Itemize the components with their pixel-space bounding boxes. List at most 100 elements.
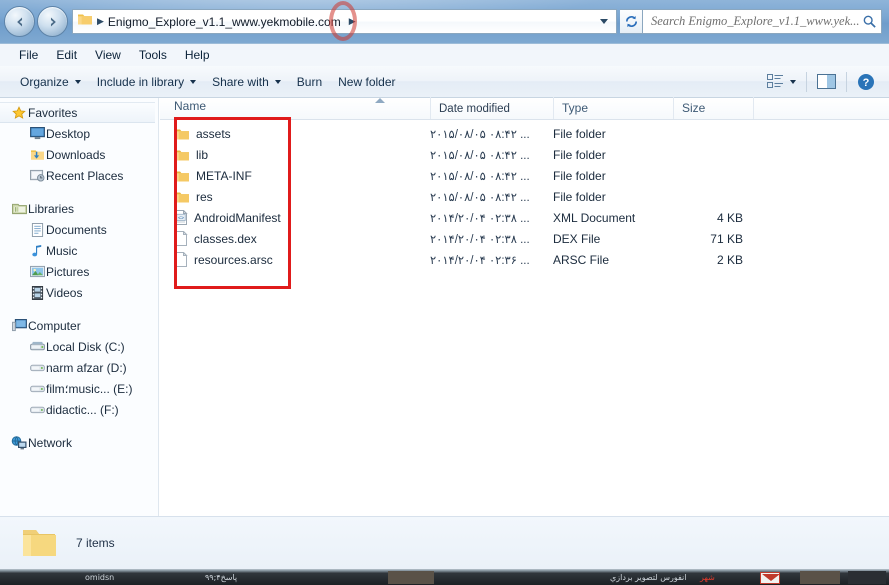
menu-item-file[interactable]: File xyxy=(10,46,47,64)
include-in-library-label: Include in library xyxy=(96,74,185,89)
preview-pane-icon[interactable] xyxy=(817,73,836,90)
sidebar-item-documents[interactable]: Documents xyxy=(0,219,158,240)
sidebar-item-libraries[interactable]: Libraries xyxy=(0,198,158,219)
sidebar-item-computer[interactable]: Computer xyxy=(0,315,158,336)
file-date-cell: ۲۰۱۵/۰۸/۰۵ ۰۸:۴۲ ... xyxy=(430,191,530,204)
file-name-cell[interactable]: classes.dex xyxy=(160,231,430,246)
menu-item-help[interactable]: Help xyxy=(176,46,219,64)
breadcrumb-next-icon[interactable]: ▶ xyxy=(349,16,356,27)
drive-icon xyxy=(28,404,46,415)
taskbar-item-label[interactable]: شهر xyxy=(700,573,715,582)
search-input[interactable]: Search Enigmo_Explore_v1.1_www.yek... xyxy=(651,14,862,29)
forward-button[interactable] xyxy=(37,6,68,37)
mail-icon[interactable] xyxy=(760,572,780,584)
burn-button[interactable]: Burn xyxy=(289,71,330,93)
sidebar-item-music[interactable]: Music xyxy=(0,240,158,261)
table-row[interactable]: META-INF ۲۰۱۵/۰۸/۰۵ ۰۸:۴۲ ... File folde… xyxy=(160,165,889,186)
sidebar-item-didactic-f[interactable]: didactic... (F:) xyxy=(0,399,158,420)
sidebar-item-recent-places[interactable]: Recent Places xyxy=(0,165,158,186)
sidebar-item-downloads[interactable]: Downloads xyxy=(0,144,158,165)
column-header-size[interactable]: Size xyxy=(673,97,753,119)
file-date-cell: ۲۰۱۵/۰۸/۰۵ ۰۸:۴۲ ... xyxy=(430,128,530,141)
chevron-down-icon[interactable] xyxy=(600,19,608,24)
new-folder-button[interactable]: New folder xyxy=(330,71,403,93)
table-row[interactable]: <> AndroidManifest ۲۰۱۴/۲۰/۰۴ ۰۲:۳۸ ... … xyxy=(160,207,889,228)
downloads-folder-icon xyxy=(28,148,46,161)
table-row[interactable]: classes.dex ۲۰۱۴/۲۰/۰۴ ۰۲:۳۸ ... DEX Fil… xyxy=(160,228,889,249)
sidebar-item-narm-afzar-d[interactable]: narm afzar (D:) xyxy=(0,357,158,378)
address-bar[interactable]: ▶ Enigmo_Explore_v1.1_www.yekmobile.com … xyxy=(72,9,617,34)
pictures-icon xyxy=(28,265,46,278)
taskbar-thumbnail[interactable] xyxy=(388,571,434,584)
back-button[interactable] xyxy=(4,6,35,37)
sidebar-item-label: Documents xyxy=(46,222,107,237)
file-rows: assets ۲۰۱۵/۰۸/۰۵ ۰۸:۴۲ ... File folder … xyxy=(160,120,889,270)
column-header-type[interactable]: Type xyxy=(553,97,673,119)
sidebar-item-local-disk-c[interactable]: Local Disk (C:) xyxy=(0,336,158,357)
recent-places-icon xyxy=(28,169,46,182)
column-header-extra[interactable] xyxy=(753,97,833,119)
file-name-cell[interactable]: META-INF xyxy=(160,169,430,183)
menu-item-edit[interactable]: Edit xyxy=(47,46,86,64)
file-name-cell[interactable]: lib xyxy=(160,148,430,162)
sidebar-item-film-music-e[interactable]: film؛music... (E:) xyxy=(0,378,158,399)
column-header-size-label: Size xyxy=(682,101,706,115)
file-size-cell: 71 KB xyxy=(710,231,743,246)
folder-icon xyxy=(175,129,189,139)
sidebar-item-label: Desktop xyxy=(46,126,91,141)
table-row[interactable]: lib ۲۰۱۵/۰۸/۰۵ ۰۸:۴۲ ... File folder xyxy=(160,144,889,165)
column-header-name[interactable]: Name xyxy=(160,97,430,119)
title-bar: ▶ Enigmo_Explore_v1.1_www.yekmobile.com … xyxy=(0,0,889,44)
file-name-cell[interactable]: <> AndroidManifest xyxy=(160,210,430,225)
table-row[interactable]: assets ۲۰۱۵/۰۸/۰۵ ۰۸:۴۲ ... File folder xyxy=(160,123,889,144)
taskbar-item-label[interactable]: انفورس لتصوير بردازي xyxy=(610,573,686,582)
list-view-icon[interactable] xyxy=(767,74,784,89)
navigation-pane[interactable]: Favorites Desktop Downloads Recent Place… xyxy=(0,98,159,516)
file-name-cell[interactable]: res xyxy=(160,190,430,204)
documents-icon xyxy=(28,222,46,237)
refresh-button[interactable] xyxy=(620,9,644,34)
share-with-label: Share with xyxy=(212,74,269,89)
status-item-count: 7 items xyxy=(76,536,115,550)
chevron-down-icon[interactable] xyxy=(790,79,796,84)
file-name-cell[interactable]: assets xyxy=(160,127,430,141)
file-date-cell: ۲۰۱۴/۲۰/۰۴ ۰۲:۳۶ ... xyxy=(430,254,530,267)
file-name-cell[interactable]: resources.arsc xyxy=(160,252,430,267)
sidebar-item-desktop[interactable]: Desktop xyxy=(0,123,158,144)
file-list-pane[interactable]: Name Date modified Type Size assets ۲۰۱۵… xyxy=(160,97,889,516)
address-path[interactable]: Enigmo_Explore_v1.1_www.yekmobile.com xyxy=(108,15,341,29)
sidebar-item-videos[interactable]: Videos xyxy=(0,282,158,303)
sidebar-item-label: Downloads xyxy=(46,147,106,162)
help-question-icon[interactable]: ? xyxy=(857,73,875,91)
file-name-label: assets xyxy=(196,126,231,141)
taskbar-item-label[interactable]: omidsn xyxy=(85,573,114,582)
search-icon[interactable] xyxy=(862,14,877,29)
column-header-date-label: Date modified xyxy=(439,103,510,115)
back-arrow-icon xyxy=(16,17,22,26)
sidebar-item-favorites[interactable]: Favorites xyxy=(0,102,155,123)
computer-icon xyxy=(10,319,28,332)
file-date-cell: ۲۰۱۵/۰۸/۰۵ ۰۸:۴۲ ... xyxy=(430,170,530,183)
table-row[interactable]: res ۲۰۱۵/۰۸/۰۵ ۰۸:۴۲ ... File folder xyxy=(160,186,889,207)
xml-document-icon: <> xyxy=(175,210,188,225)
taskbar-thumbnail[interactable] xyxy=(848,571,886,584)
file-type-cell: File folder xyxy=(553,168,606,183)
search-box[interactable]: Search Enigmo_Explore_v1.1_www.yek... xyxy=(642,9,882,34)
organize-button[interactable]: Organize xyxy=(12,71,89,93)
file-date-cell: ۲۰۱۴/۲۰/۰۴ ۰۲:۳۸ ... xyxy=(430,233,530,246)
sidebar-item-label: Pictures xyxy=(46,264,90,279)
column-header-date-modified[interactable]: Date modified xyxy=(430,97,553,119)
menu-item-view[interactable]: View xyxy=(86,46,130,64)
menu-item-tools[interactable]: Tools xyxy=(130,46,176,64)
taskbar-item-label[interactable]: پاسخ۴;۹۹ xyxy=(205,573,237,582)
folder-icon xyxy=(77,12,93,31)
folder-icon xyxy=(175,150,189,160)
share-with-button[interactable]: Share with xyxy=(204,71,289,93)
sidebar-item-network[interactable]: Network xyxy=(0,432,158,453)
table-row[interactable]: resources.arsc ۲۰۱۴/۲۰/۰۴ ۰۲:۳۶ ... ARSC… xyxy=(160,249,889,270)
file-name-label: META-INF xyxy=(196,168,252,183)
sidebar-item-pictures[interactable]: Pictures xyxy=(0,261,158,282)
taskbar-thumbnail[interactable] xyxy=(800,571,840,584)
include-in-library-button[interactable]: Include in library xyxy=(89,71,204,93)
